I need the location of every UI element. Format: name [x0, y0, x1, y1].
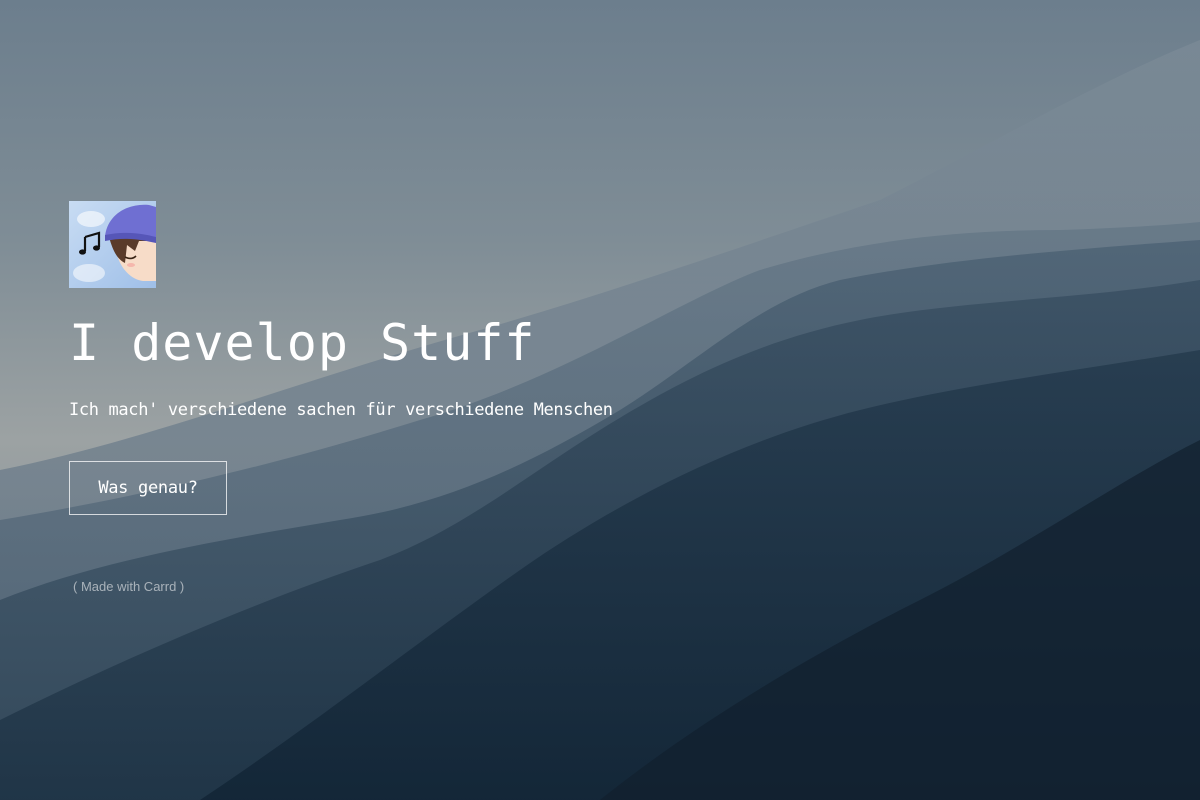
made-with-carrd-link[interactable]: ( Made with Carrd )	[73, 579, 184, 594]
was-genau-button[interactable]: Was genau?	[69, 461, 227, 515]
page-title: I develop Stuff	[69, 314, 536, 372]
avatar-icon	[69, 201, 156, 288]
page-subtitle: Ich mach' verschiedene sachen für versch…	[69, 400, 613, 420]
hero-section: I develop Stuff Ich mach' verschiedene s…	[69, 201, 613, 594]
